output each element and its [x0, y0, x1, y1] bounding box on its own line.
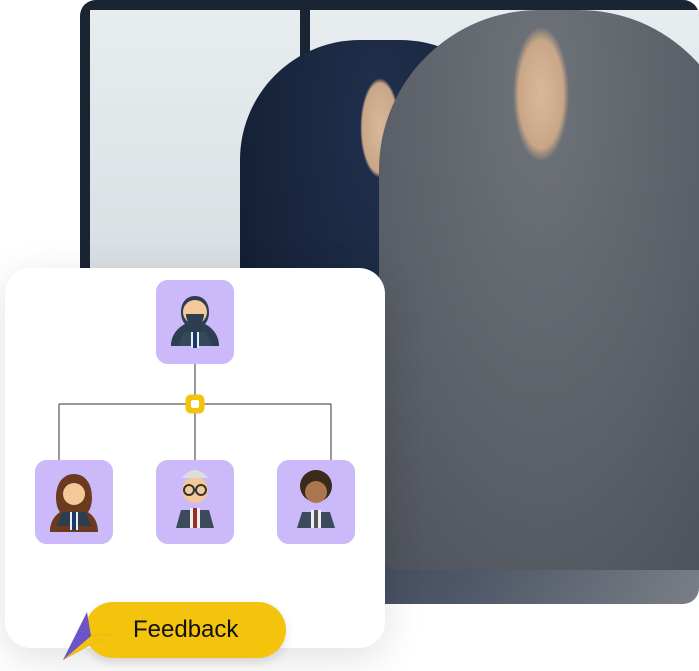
photo-person-2	[379, 10, 699, 570]
window-frame-bar	[80, 0, 699, 10]
org-connectors	[35, 364, 355, 474]
person-curly-icon	[277, 460, 355, 544]
org-children-row	[5, 460, 385, 544]
person-glasses-icon	[156, 460, 234, 544]
org-chart-card: Feedback	[5, 268, 385, 648]
cursor-arrow-icon	[57, 606, 117, 666]
person-woman-icon	[35, 460, 113, 544]
feedback-container: Feedback	[85, 602, 286, 658]
org-root-node	[156, 280, 234, 364]
person-beard-icon	[156, 280, 234, 364]
feedback-button-label: Feedback	[133, 616, 238, 643]
